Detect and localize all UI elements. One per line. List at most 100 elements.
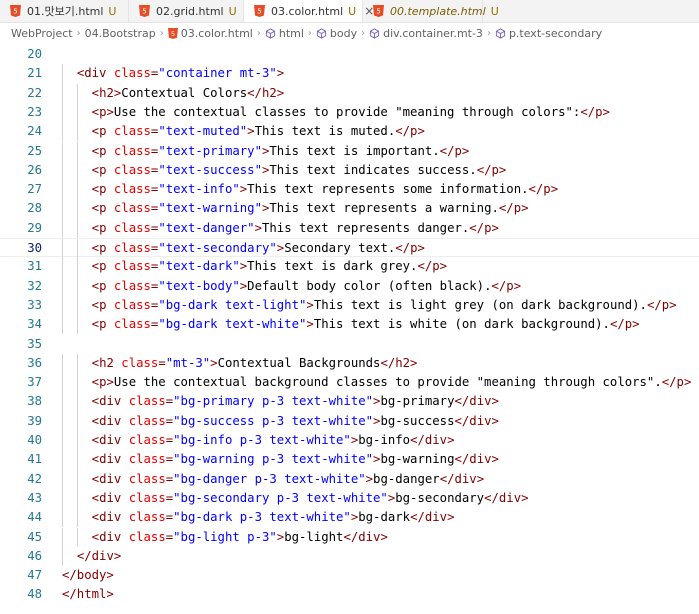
code-line[interactable]: 39 <div class="bg-success p-3 text-white"… — [0, 411, 699, 431]
code-line[interactable]: 46 </div> — [0, 546, 699, 567]
code-token: </div> — [454, 394, 499, 409]
code-token: "text-primary" — [158, 143, 262, 158]
code-line[interactable]: 43 <div class="bg-secondary p-3 text-whit… — [0, 488, 699, 509]
code-token: class — [113, 317, 151, 332]
code-line[interactable]: 27 <p class="text-info">This text represe… — [0, 180, 699, 200]
code-token: <p — [91, 143, 114, 158]
line-number: 32 — [27, 278, 42, 293]
breadcrumb-item-div[interactable]: div.container.mt-3 — [383, 27, 483, 40]
code-token: <p — [91, 162, 114, 177]
code-text: <p class="text-danger">This text represe… — [92, 219, 499, 238]
indent-guide — [62, 122, 63, 142]
indent-guide — [62, 160, 63, 181]
code-token: This text represents some information. — [247, 182, 529, 197]
code-line[interactable]: 36 <h2 class="mt-3">Contextual Background… — [0, 353, 699, 374]
code-text: <p>Use the contextual classes to provide… — [92, 103, 610, 122]
code-line[interactable]: 47 </body> — [0, 566, 699, 585]
breadcrumb-item-p[interactable]: p.text-secondary — [509, 27, 602, 40]
breadcrumb-item-html[interactable]: html — [279, 27, 304, 40]
tab-status: U — [348, 4, 357, 18]
code-line[interactable]: 45 <div class="bg-light p-3">bg-light</di… — [0, 527, 699, 547]
code-line[interactable]: 37 <p>Use the contextual background class… — [0, 373, 699, 393]
code-line[interactable]: 40 <div class="bg-info p-3 text-white">bg… — [0, 431, 699, 451]
tab-00-template[interactable]: 5 00.template.html U — [363, 0, 499, 22]
code-text: <p class="text-secondary">Secondary text… — [92, 239, 425, 258]
code-token: <p — [91, 317, 114, 332]
code-text: <h2 class="mt-3">Contextual Backgrounds<… — [92, 354, 418, 373]
code-token: "bg-dark text-light" — [158, 297, 307, 312]
line-number: 41 — [27, 452, 42, 467]
code-token: class — [128, 452, 166, 467]
indent-guide — [62, 450, 63, 470]
code-line[interactable]: 23 <p>Use the contextual classes to provi… — [0, 102, 699, 123]
code-token: "bg-dark p-3 text-white" — [173, 510, 351, 525]
code-line[interactable]: 38 <div class="bg-primary p-3 text-white"… — [0, 392, 699, 412]
code-line[interactable]: 32 <p class="text-body">Default body colo… — [0, 276, 699, 296]
code-line[interactable]: 30 <p class="text-secondary">Secondary te… — [0, 238, 699, 259]
tab-02-grid[interactable]: 5 02.grid.html U — [129, 0, 244, 22]
code-token: <p — [91, 297, 114, 312]
code-token: > — [306, 297, 314, 312]
chevron-right-icon: › — [486, 27, 491, 39]
code-line[interactable]: 28 <p class="text-warning">This text repr… — [0, 199, 699, 219]
code-line[interactable]: 42 <div class="bg-danger p-3 text-white">… — [0, 469, 699, 489]
breadcrumb-item-folder[interactable]: 04.Bootstrap — [85, 27, 156, 40]
code-token: bg-info — [358, 433, 411, 447]
code-text: <div class="bg-primary p-3 text-white">b… — [92, 392, 499, 411]
breadcrumb-item-body[interactable]: body — [330, 27, 357, 40]
tab-03-color[interactable]: 5 03.color.html U × — [244, 0, 374, 22]
tab-01-html[interactable]: 5 01.맛보기.html U — [0, 0, 129, 22]
code-line[interactable]: 48 </html> — [0, 585, 699, 604]
breadcrumb-item-file[interactable]: 03.color.html — [181, 27, 253, 40]
code-line[interactable]: 26 <p class="text-success">This text indi… — [0, 160, 699, 181]
code-line[interactable]: 41 <div class="bg-warning p-3 text-white"… — [0, 450, 699, 470]
line-number: 46 — [27, 548, 42, 563]
indent-guide — [62, 141, 63, 161]
code-token: This text indicates success. — [269, 162, 477, 177]
line-number: 27 — [27, 182, 42, 197]
breadcrumb-item-webproject[interactable]: WebProject — [11, 27, 73, 40]
html5-icon: 5 — [167, 27, 178, 39]
code-line[interactable]: 34 <p class="bg-dark text-white">This tex… — [0, 315, 699, 335]
code-line[interactable]: 33 <p class="bg-dark text-light">This tex… — [0, 295, 699, 316]
code-token: "bg-danger p-3 text-white" — [173, 471, 366, 486]
code-token: bg-primary — [380, 394, 455, 409]
code-line[interactable]: 31 <p class="text-dark">This text is dark… — [0, 257, 699, 277]
chevron-right-icon: › — [76, 27, 81, 39]
code-line[interactable]: 24 <p class="text-muted">This text is mut… — [0, 122, 699, 142]
indent-guide — [76, 160, 78, 181]
code-token: "bg-dark text-white" — [158, 317, 307, 332]
code-line[interactable]: 25 <p class="text-primary">This text is i… — [0, 141, 699, 161]
indent-guide — [76, 199, 78, 219]
code-token: </p> — [580, 104, 610, 119]
cube-icon — [265, 27, 276, 39]
code-token: </p> — [498, 201, 529, 216]
indent-guide — [62, 392, 63, 412]
code-line[interactable]: 21 <div class="container mt-3"> — [0, 64, 699, 84]
code-line[interactable]: 20 — [0, 45, 699, 64]
code-token: <p — [91, 259, 114, 274]
svg-text:5: 5 — [13, 8, 17, 16]
tab-label: 03.color.html — [271, 4, 344, 18]
code-text: <p class="text-info">This text represent… — [92, 180, 558, 199]
line-number: 22 — [27, 85, 42, 100]
code-line[interactable]: 35 — [0, 335, 699, 354]
indent-guide — [76, 450, 78, 470]
code-line[interactable]: 44 <div class="bg-dark p-3 text-white">bg… — [0, 508, 699, 528]
code-token: This text is muted. — [254, 124, 396, 139]
indent-guide — [62, 431, 63, 451]
code-token: This text is dark grey. — [247, 259, 418, 274]
code-token: class — [113, 201, 151, 216]
code-text: <p class="text-dark">This text is dark g… — [92, 257, 447, 276]
indent-guide — [62, 488, 63, 509]
line-number: 23 — [27, 104, 42, 119]
line-number: 45 — [27, 529, 42, 544]
code-editor[interactable]: 20 21 <div class="container mt-3"> 22 <h2>Co… — [0, 44, 699, 614]
indent-guide — [62, 546, 63, 567]
code-token: <div — [91, 452, 129, 467]
html5-icon: 5 — [139, 5, 150, 17]
code-token: </html> — [62, 587, 114, 602]
code-line[interactable]: 22 <h2>Contextual Colors</h2> — [0, 83, 699, 103]
code-line[interactable]: 29 <p class="text-danger">This text repre… — [0, 218, 699, 238]
line-number: 43 — [27, 490, 42, 505]
